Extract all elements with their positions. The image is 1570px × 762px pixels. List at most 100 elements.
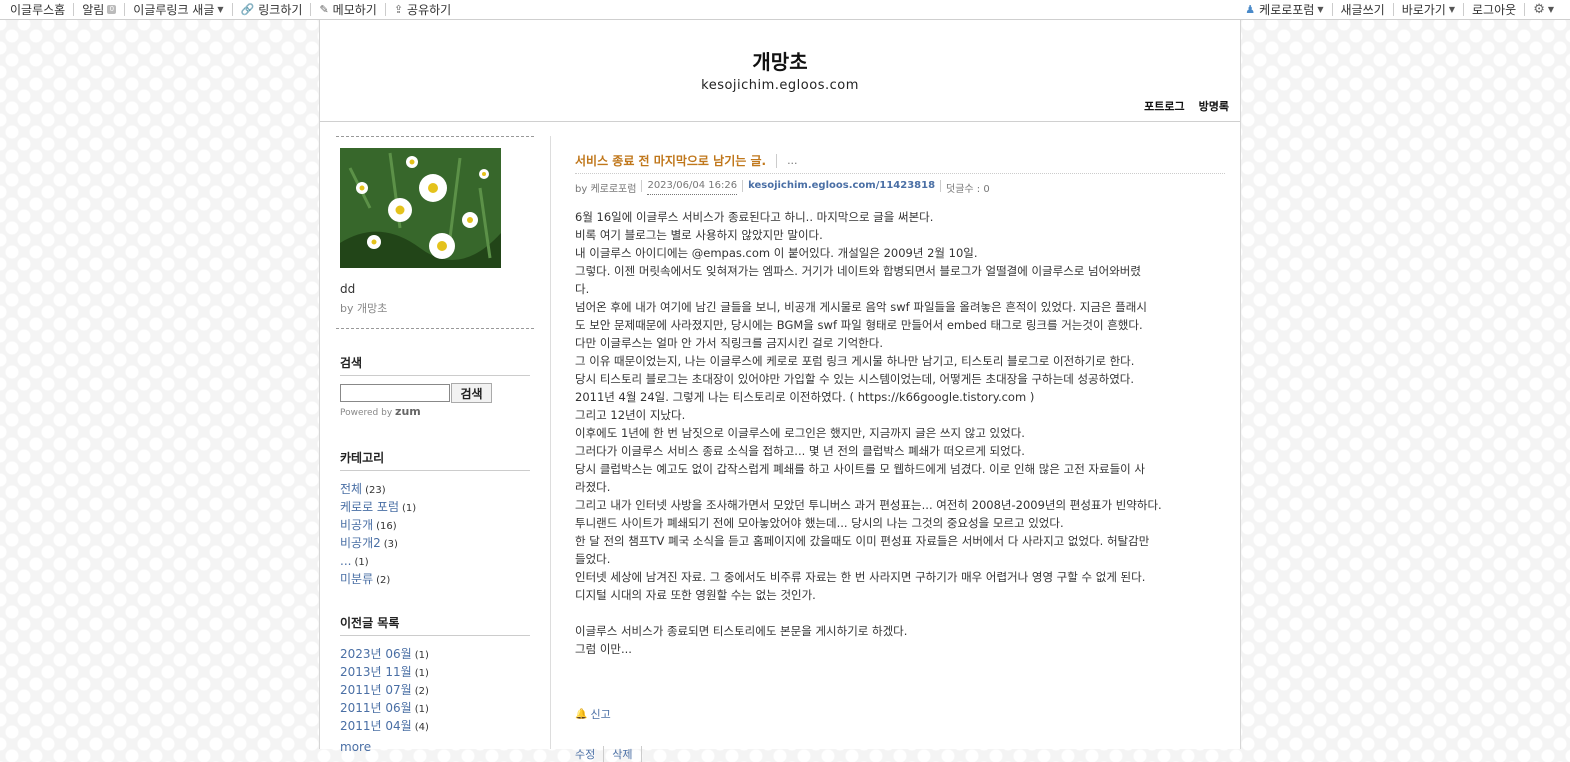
new-post-button[interactable]: 새글쓰기 (1331, 3, 1393, 17)
list-item: 2011년 04월 (4) (340, 717, 429, 735)
list-item-count: (3) (383, 539, 398, 550)
list-item: ... (1) (340, 552, 416, 570)
link-button[interactable]: 🔗 링크하기 (231, 3, 311, 17)
archive-list: 2023년 06월 (1) 2013년 11월 (1) 2011년 07월 (2) 2011… (340, 645, 429, 735)
user-blog-dropdown[interactable]: ♟ 케로로포럼 ▼ (1241, 3, 1331, 17)
profile-name: dd (340, 282, 356, 296)
share-icon: ⇪ (393, 3, 404, 16)
post-comment-count[interactable]: 덧글수 : 0 (946, 180, 990, 195)
post-paragraph: 이글루스 서비스가 종료되면 티스토리에도 본문을 게시하기로 하겠다. (575, 624, 908, 638)
gear-icon: ⚙ (1533, 2, 1545, 17)
category-title: 카테고리 (340, 449, 530, 471)
list-item-count: (2) (376, 575, 391, 586)
archive-title: 이전글 목록 (340, 614, 530, 636)
list-item: 케로로 포럼 (1) (340, 498, 416, 516)
blog-header: 개망초 kesojichim.egloos.com 포트로그 방명록 (320, 20, 1240, 122)
chevron-down-icon: ▼ (1448, 5, 1456, 14)
notification-link[interactable]: 알림 0 (73, 3, 124, 17)
profile-image (340, 148, 501, 268)
post-paragraph: 이후에도 1년에 한 번 남짓으로 이글루스에 로그인은 했지만, 지금까지 글… (575, 426, 1025, 440)
content-divider (550, 136, 551, 749)
delete-button[interactable]: 삭제 (603, 746, 642, 762)
list-item-link[interactable]: 비공개 (340, 518, 373, 532)
separator (742, 180, 744, 192)
post-title[interactable]: 서비스 종료 전 마지막으로 남기는 글. (575, 152, 766, 169)
post-paragraph: 비록 여기 블로그는 별로 사용하지 않았지만 말이다. (575, 228, 823, 242)
list-item-link[interactable]: 2011년 07월 (340, 683, 412, 697)
post-paragraph: 다. (575, 282, 590, 296)
guestbook-link[interactable]: 방명록 (1199, 98, 1229, 114)
edit-button[interactable]: 수정 (575, 746, 603, 762)
link-icon: 🔗 (240, 3, 255, 16)
report-button[interactable]: 🔔 신고 (575, 706, 611, 722)
list-item-link[interactable]: 케로로 포럼 (340, 500, 399, 514)
post-paragraph: 라졌다. (575, 480, 611, 494)
list-item-link[interactable]: 2013년 11월 (340, 665, 412, 679)
list-item: 2023년 06월 (1) (340, 645, 429, 663)
blog-page: 개망초 kesojichim.egloos.com 포트로그 방명록 dd by… (319, 20, 1241, 762)
list-item-link[interactable]: 미분류 (340, 572, 373, 586)
list-item-link[interactable]: 2011년 04월 (340, 719, 412, 733)
settings-dropdown[interactable]: ⚙ ▼ (1524, 2, 1562, 17)
post-paragraph: 그 이유 때문이었는지, 나는 이글루스에 케로로 포럼 링크 게시물 하나만 … (575, 354, 1135, 368)
post-paragraph: 당시 클럽박스는 예고도 없이 갑작스럽게 폐쇄를 하고 사이트를 모 웹하드에… (575, 462, 1145, 476)
post-paragraph: 내 이글루스 아이디에는 @empas.com 이 붙어있다. 개설일은 200… (575, 246, 978, 260)
shortcut-dropdown[interactable]: 바로가기 ▼ (1392, 3, 1463, 17)
share-button[interactable]: ⇪ 공유하기 (384, 3, 459, 17)
archive-more-link[interactable]: more (340, 740, 371, 754)
search-input[interactable] (340, 384, 450, 402)
blog-url: kesojichim.egloos.com (701, 78, 859, 93)
divider (336, 328, 534, 329)
post-category[interactable]: ... (776, 153, 798, 168)
post-paragraph: 넘어온 후에 내가 여기에 남긴 글들을 보니, 비공개 게시물로 음악 swf… (575, 300, 1147, 314)
post-paragraph: 그렇다. 이젠 머릿속에서도 잊혀져가는 엠파스. 거기가 네이트와 합병되면서… (575, 264, 1141, 278)
list-item: 비공개2 (3) (340, 534, 416, 552)
post-meta: by 케로로포럼 2023/06/04 16:26 kesojichim.egl… (575, 173, 1225, 195)
post-paragraph: 6월 16일에 이글루스 서비스가 종료된다고 하니.. 마지막으로 글을 써본… (575, 210, 934, 224)
post-paragraph: 도 보안 문제때문에 사라졌지만, 당시에는 BGM을 swf 파일 형태로 만… (575, 318, 1143, 332)
post-paragraph: 들었다. (575, 552, 611, 566)
list-item: 비공개 (16) (340, 516, 416, 534)
chevron-down-icon: ▼ (1317, 5, 1324, 14)
egloos-link-newpost-dropdown[interactable]: 이글루링크 새글 ▼ (124, 3, 231, 17)
header-links: 포트로그 방명록 (1144, 98, 1229, 114)
search-button[interactable]: 검색 (451, 383, 492, 403)
list-item-count: (2) (414, 686, 429, 697)
logout-button[interactable]: 로그아웃 (1463, 3, 1524, 17)
memo-icon: ✎ (319, 3, 329, 16)
list-item-count: (23) (365, 485, 386, 496)
separator (940, 180, 942, 192)
topbar-left: 이글루스홈 알림 0 이글루링크 새글 ▼ 🔗 링크하기 ✎ 메모하기 ⇪ 공유하기 (6, 0, 459, 19)
user-icon: ♟ (1245, 3, 1256, 16)
post-paragraph: 2011년 4월 24일. 그렇게 나는 티스토리로 이전하였다. ( http… (575, 390, 1035, 404)
top-navigation-bar: 이글루스홈 알림 0 이글루링크 새글 ▼ 🔗 링크하기 ✎ 메모하기 ⇪ 공유하기 ♟ 케… (0, 0, 1570, 20)
blog-title[interactable]: 개망초 (320, 46, 1240, 75)
category-list: 전체 (23) 케로로 포럼 (1) 비공개 (16) 비공개2 (3)... (1) 미분류 (2… (340, 480, 416, 588)
list-item-link[interactable]: ... (340, 554, 351, 568)
egloos-home-link[interactable]: 이글루스홈 (6, 3, 73, 17)
chevron-down-icon: ▼ (1547, 5, 1554, 14)
post-actions: 수정 삭제 (575, 746, 642, 762)
list-item-count: (1) (402, 503, 417, 514)
bell-icon: 🔔 (575, 708, 588, 720)
list-item-link[interactable]: 2011년 06월 (340, 701, 412, 715)
post-paragraph: 다만 이글루스는 얼마 안 가서 직링크를 금지시킨 걸로 기억한다. (575, 336, 883, 350)
post-paragraph: 당시 티스토리 블로그는 초대장이 있어야만 가입할 수 있는 시스템이었는데,… (575, 372, 1135, 386)
list-item-link[interactable]: 2023년 06월 (340, 647, 412, 661)
list-item-link[interactable]: 비공개2 (340, 536, 381, 550)
post-paragraph: 투니랜드 사이트가 폐쇄되기 전에 모아놓았어야 했는데... 당시의 나는 그… (575, 516, 1064, 530)
list-item-count: (1) (354, 557, 369, 568)
list-item-link[interactable]: 전체 (340, 482, 362, 496)
list-item: 미분류 (2) (340, 570, 416, 588)
list-item: 2011년 06월 (1) (340, 699, 429, 717)
post-permalink[interactable]: kesojichim.egloos.com/11423818 (748, 180, 935, 195)
powered-by-label: Powered by zum (340, 405, 421, 418)
memo-button[interactable]: ✎ 메모하기 (310, 3, 384, 17)
topbar-right: ♟ 케로로포럼 ▼ 새글쓰기 바로가기 ▼ 로그아웃 ⚙ ▼ (1241, 0, 1562, 19)
divider (336, 136, 534, 137)
list-item-count: (1) (414, 650, 429, 661)
zum-logo: zum (395, 405, 421, 418)
search-title: 검색 (340, 354, 530, 376)
list-item-count: (16) (376, 521, 397, 532)
photolog-link[interactable]: 포트로그 (1144, 98, 1184, 114)
